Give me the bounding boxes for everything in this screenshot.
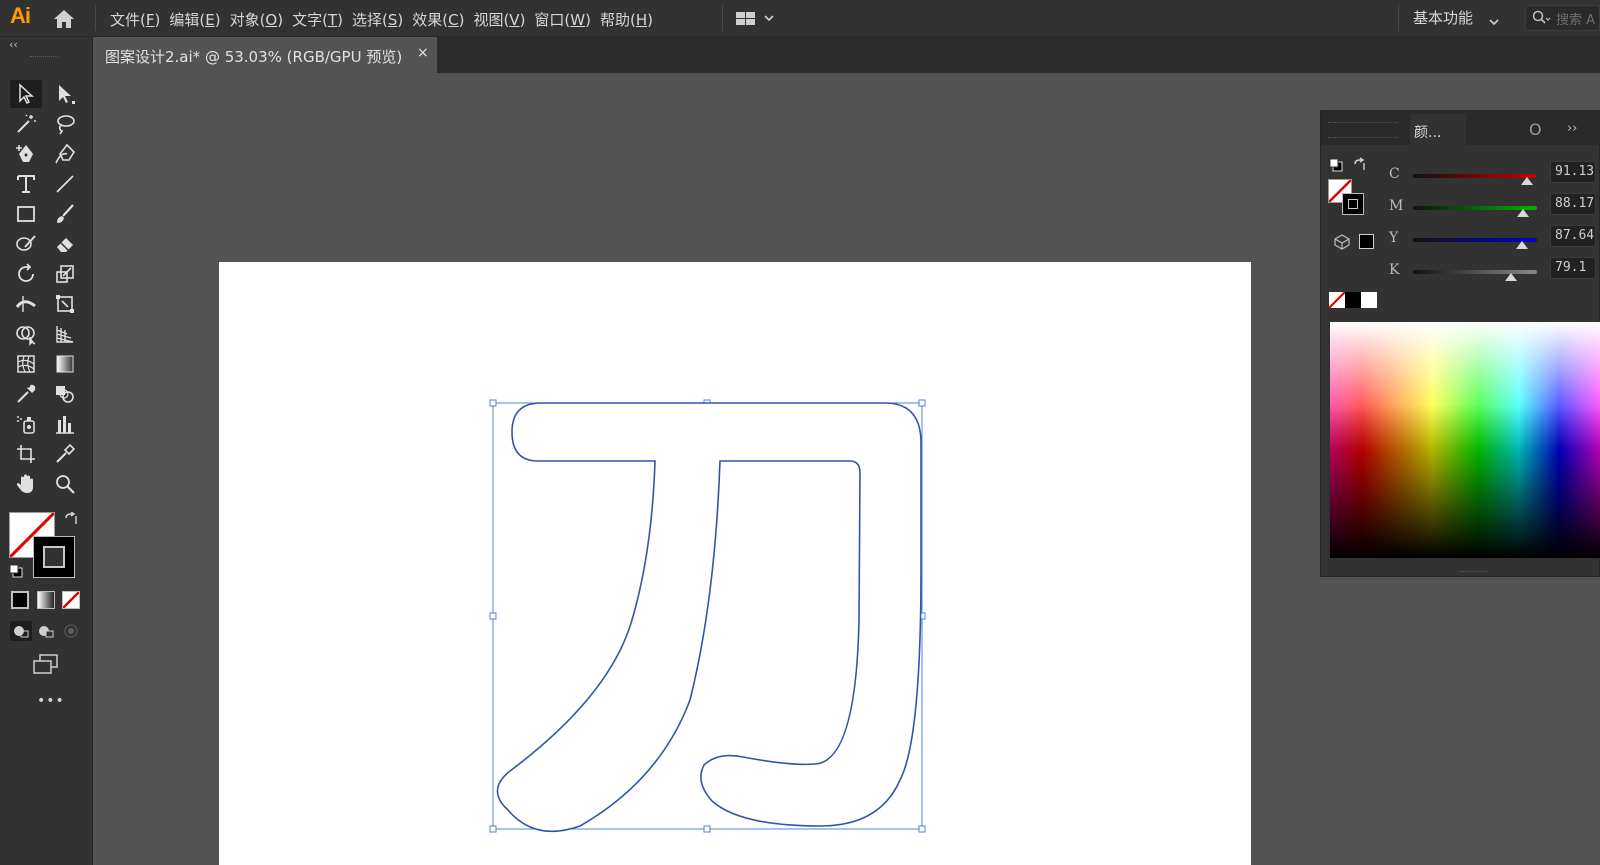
line-segment-tool-icon[interactable]	[49, 170, 81, 198]
default-fill-stroke-icon[interactable]	[9, 563, 23, 578]
hand-tool-icon[interactable]	[10, 470, 42, 498]
column-graph-tool-icon[interactable]	[49, 410, 81, 438]
slider-value-field[interactable]: 87.64	[1550, 225, 1596, 247]
menubar-divider	[722, 5, 723, 31]
slider-value-field[interactable]: 88.17	[1550, 193, 1596, 215]
none-swatch[interactable]	[1329, 292, 1345, 308]
menu-item[interactable]: 窗口(W)	[534, 6, 600, 30]
close-icon[interactable]: ×	[417, 45, 429, 61]
eraser-tool-icon[interactable]	[49, 230, 81, 258]
shape-builder-tool-icon[interactable]	[10, 320, 42, 348]
draw-behind-icon[interactable]	[35, 621, 57, 641]
blend-tool-icon[interactable]	[49, 380, 81, 408]
more-tools-icon[interactable]: •••	[37, 693, 65, 709]
slider-value-field[interactable]: 91.13	[1550, 161, 1596, 183]
symbol-sprayer-tool-icon[interactable]	[10, 410, 42, 438]
search-icon	[1532, 10, 1552, 30]
app-logo: Ai	[10, 3, 31, 28]
slider-thumb[interactable]	[1521, 177, 1533, 185]
menu-item[interactable]: 帮助(H)	[600, 6, 662, 30]
artboard-tool-icon[interactable]	[10, 440, 42, 468]
slider-label: C	[1389, 166, 1400, 182]
slider-track[interactable]	[1413, 270, 1537, 274]
slider-label: Y	[1389, 230, 1399, 246]
paintbrush-tool-icon[interactable]	[49, 200, 81, 228]
artboard[interactable]	[219, 262, 1251, 865]
stroke-swatch[interactable]	[1342, 193, 1364, 215]
menu-item[interactable]: 文字(T)	[292, 6, 352, 30]
menu-item[interactable]: 视图(V)	[473, 6, 534, 30]
menu-item[interactable]: 对象(O)	[230, 6, 293, 30]
panel-grip[interactable]	[1328, 122, 1398, 138]
slider-value-field[interactable]: 79.1	[1550, 257, 1596, 279]
rotate-tool-icon[interactable]	[10, 260, 42, 288]
panel-grip[interactable]	[30, 56, 58, 60]
screen-mode-icon[interactable]	[31, 653, 61, 675]
curvature-tool-icon[interactable]	[49, 140, 81, 168]
slice-tool-icon[interactable]	[49, 440, 81, 468]
menubar-divider	[95, 5, 96, 31]
menu-item[interactable]: 效果(C)	[412, 6, 473, 30]
black-swatch[interactable]	[1345, 292, 1361, 308]
shaper-tool-icon[interactable]	[10, 230, 42, 258]
menu-item[interactable]: 文件(F)	[110, 6, 169, 30]
default-fill-stroke-icon[interactable]	[1329, 157, 1343, 172]
chevron-down-icon[interactable]	[1488, 12, 1500, 26]
out-of-gamut-icon[interactable]	[1334, 234, 1350, 250]
scale-tool-icon[interactable]	[49, 260, 81, 288]
panel-resize-grip[interactable]	[1460, 571, 1488, 575]
white-swatch[interactable]	[1361, 292, 1377, 308]
mesh-tool-icon[interactable]	[10, 350, 42, 378]
draw-normal-icon[interactable]	[10, 621, 32, 641]
menu-item[interactable]: 编辑(E)	[169, 6, 229, 30]
home-icon[interactable]	[52, 8, 76, 30]
collapse-panel-icon[interactable]: ‹‹	[9, 38, 18, 51]
color-spectrum[interactable]	[1330, 322, 1600, 558]
slider-track[interactable]	[1413, 174, 1537, 178]
tab-opacity[interactable]: O	[1529, 120, 1542, 139]
lasso-tool-icon[interactable]	[49, 110, 81, 138]
slider-label: K	[1389, 262, 1400, 278]
type-tool-icon[interactable]	[10, 170, 42, 198]
main-menu: 文件(F) 编辑(E) 对象(O) 文字(T) 选择(S) 效果(C) 视图(V) 窗口(W)…	[110, 6, 662, 30]
draw-inside-icon[interactable]	[60, 621, 82, 641]
slider-thumb[interactable]	[1516, 241, 1528, 249]
free-transform-tool-icon[interactable]	[49, 290, 81, 318]
perspective-grid-tool-icon[interactable]	[49, 320, 81, 348]
none-mode-button[interactable]	[62, 591, 80, 609]
search-placeholder: 搜索 A	[1556, 13, 1596, 28]
swap-fill-stroke-icon[interactable]	[63, 511, 79, 528]
gradient-mode-button[interactable]	[37, 591, 55, 609]
direct-selection-tool-icon[interactable]	[49, 80, 81, 108]
websafe-color-swatch[interactable]	[1359, 234, 1374, 249]
width-tool-icon[interactable]	[10, 290, 42, 318]
workspace-layout-switcher[interactable]	[735, 9, 779, 29]
workspace-label[interactable]: 基本功能	[1413, 7, 1473, 28]
panel-expand-icon[interactable]: ››	[1567, 121, 1577, 136]
swap-fill-stroke-icon[interactable]	[1352, 157, 1368, 173]
magic-wand-tool-icon[interactable]	[10, 110, 42, 138]
zoom-tool-icon[interactable]	[49, 470, 81, 498]
selection-tool-icon[interactable]	[10, 80, 42, 108]
eyedropper-tool-icon[interactable]	[10, 380, 42, 408]
color-mode-button[interactable]	[11, 591, 29, 609]
stroke-swatch[interactable]	[33, 536, 75, 578]
document-tab-title[interactable]: 图案设计2.ai* @ 53.03% (RGB/GPU 预览)	[105, 46, 402, 67]
tab-color-label[interactable]: 颜...	[1414, 122, 1441, 142]
gradient-tool-icon[interactable]	[49, 350, 81, 378]
rectangle-tool-icon[interactable]	[10, 200, 42, 228]
menu-item[interactable]: 选择(S)	[352, 6, 412, 30]
menubar-divider	[1398, 5, 1399, 31]
pen-tool-icon[interactable]	[10, 140, 42, 168]
slider-thumb[interactable]	[1505, 273, 1517, 281]
slider-label: M	[1389, 198, 1404, 214]
slider-thumb[interactable]	[1517, 209, 1529, 217]
